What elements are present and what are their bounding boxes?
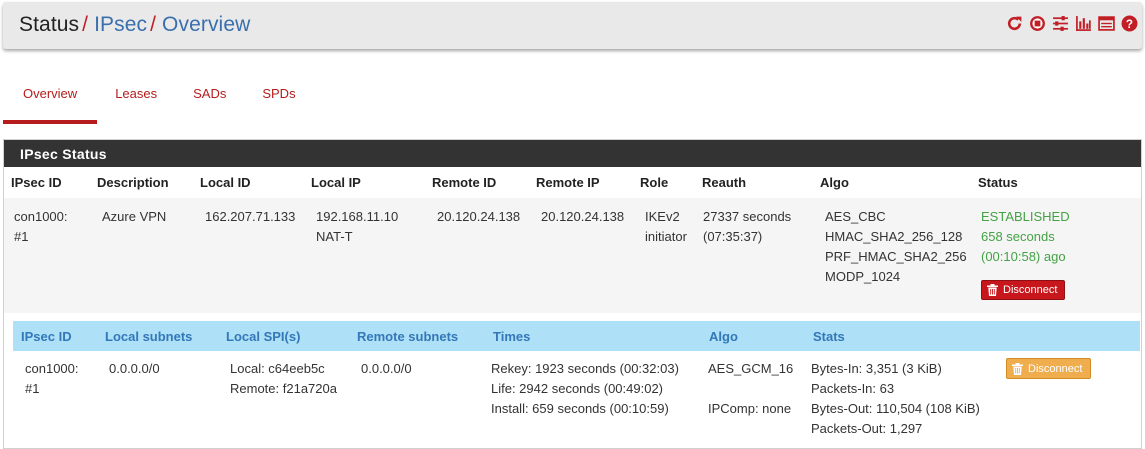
svg-text:?: ? bbox=[1126, 18, 1133, 31]
child-cell-actions: Disconnect bbox=[1000, 351, 1140, 439]
breadcrumb-separator: / bbox=[150, 13, 157, 36]
col-local-ip: Local IP bbox=[311, 175, 361, 190]
col-ipsec-id: IPsec ID bbox=[11, 175, 62, 190]
col-algo: Algo bbox=[820, 175, 849, 190]
breadcrumb-separator: / bbox=[82, 13, 89, 36]
child-cell-local-spis: Local: c64eeb5c Remote: f21a720a bbox=[230, 361, 337, 396]
col-role: Role bbox=[640, 175, 669, 190]
ipsec-status-table: IPsec ID Description Local ID Local IP R… bbox=[4, 167, 1141, 313]
stop-icon[interactable] bbox=[1029, 15, 1046, 32]
breadcrumb-overview-link[interactable]: Overview bbox=[162, 13, 250, 36]
col-remote-ip: Remote IP bbox=[536, 175, 600, 190]
col-description: Description bbox=[97, 175, 169, 190]
page-header: Status / IPsec / Overview ? bbox=[3, 2, 1142, 49]
child-sa-section: IPsec ID Local subnets Local SPI(s) Remo… bbox=[13, 321, 1140, 439]
trash-icon bbox=[987, 284, 998, 296]
child-col-local-subnets: Local subnets bbox=[97, 321, 218, 351]
cell-status: ESTABLISHED 658 seconds (00:10:58) ago D… bbox=[971, 198, 1141, 313]
panel-title: IPsec Status bbox=[4, 140, 1141, 167]
col-remote-id: Remote ID bbox=[432, 175, 497, 190]
child-col-algo: Algo bbox=[701, 321, 805, 351]
trash-icon bbox=[1012, 362, 1023, 375]
child-cell-ipsec-id: con1000: #1 bbox=[25, 361, 79, 396]
cell-role: IKEv2 initiator bbox=[633, 198, 695, 313]
sliders-icon[interactable] bbox=[1052, 15, 1069, 32]
child-cell-local-subnets: 0.0.0.0/0 bbox=[109, 361, 160, 376]
breadcrumb-status: Status bbox=[19, 13, 80, 36]
status-established: ESTABLISHED bbox=[981, 209, 1070, 224]
tab-bar: Overview Leases SADs SPDs bbox=[3, 72, 314, 124]
child-col-times: Times bbox=[485, 321, 701, 351]
child-col-remote-subnets: Remote subnets bbox=[349, 321, 485, 351]
header-shortcuts: ? bbox=[1006, 15, 1138, 32]
cell-remote-id: 20.120.24.138 bbox=[425, 198, 529, 313]
child-disconnect-button[interactable]: Disconnect bbox=[1006, 358, 1092, 379]
child-col-stats: Stats bbox=[805, 321, 1000, 351]
child-col-local-spis: Local SPI(s) bbox=[218, 321, 349, 351]
bar-chart-icon[interactable] bbox=[1075, 15, 1092, 32]
disconnect-button[interactable]: Disconnect bbox=[981, 280, 1066, 300]
cell-reauth: 27337 seconds (07:35:37) bbox=[695, 198, 813, 313]
child-table-header-row: IPsec ID Local subnets Local SPI(s) Remo… bbox=[13, 321, 1140, 351]
cell-algo: AES_CBC HMAC_SHA2_256_128 PRF_HMAC_SHA2_… bbox=[813, 198, 971, 313]
child-table-row: con1000: #1 0.0.0.0/0 Local: c64eeb5c Re… bbox=[13, 351, 1140, 439]
breadcrumb: Status / IPsec / Overview bbox=[19, 13, 250, 37]
child-col-ipsec-id: IPsec ID bbox=[13, 321, 97, 351]
tab-overview[interactable]: Overview bbox=[3, 72, 98, 124]
child-cell-algo: AES_GCM_16 IPComp: none bbox=[708, 361, 794, 416]
cell-ipsec-id: con1000: #1 bbox=[4, 198, 90, 313]
col-local-id: Local ID bbox=[200, 175, 251, 190]
col-status: Status bbox=[978, 175, 1018, 190]
cell-local-id: 162.207.71.133 bbox=[193, 198, 304, 313]
reload-icon[interactable] bbox=[1006, 15, 1023, 32]
cell-description: Azure VPN bbox=[90, 198, 193, 313]
help-icon[interactable]: ? bbox=[1121, 15, 1138, 32]
breadcrumb-ipsec-link[interactable]: IPsec bbox=[94, 13, 147, 36]
ipsec-status-panel: IPsec Status IPsec ID Description Local … bbox=[3, 139, 1142, 449]
tab-spds[interactable]: SPDs bbox=[244, 72, 313, 120]
log-icon[interactable] bbox=[1098, 15, 1115, 32]
cell-local-ip: 192.168.11.10 NAT-T bbox=[304, 198, 425, 313]
tab-sads[interactable]: SADs bbox=[175, 72, 244, 120]
tab-leases[interactable]: Leases bbox=[97, 72, 175, 120]
child-cell-stats: Bytes-In: 3,351 (3 KiB) Packets-In: 63 B… bbox=[811, 361, 980, 436]
cell-remote-ip: 20.120.24.138 bbox=[529, 198, 633, 313]
child-cell-remote-subnets: 0.0.0.0/0 bbox=[361, 361, 412, 376]
child-cell-times: Rekey: 1923 seconds (00:32:03) Life: 294… bbox=[491, 361, 679, 416]
table-header-row: IPsec ID Description Local ID Local IP R… bbox=[4, 167, 1141, 198]
child-sa-table: IPsec ID Local subnets Local SPI(s) Remo… bbox=[13, 321, 1140, 439]
col-reauth: Reauth bbox=[702, 175, 747, 190]
child-col-actions bbox=[1000, 321, 1140, 351]
table-row: con1000: #1 Azure VPN 162.207.71.133 192… bbox=[4, 198, 1141, 313]
